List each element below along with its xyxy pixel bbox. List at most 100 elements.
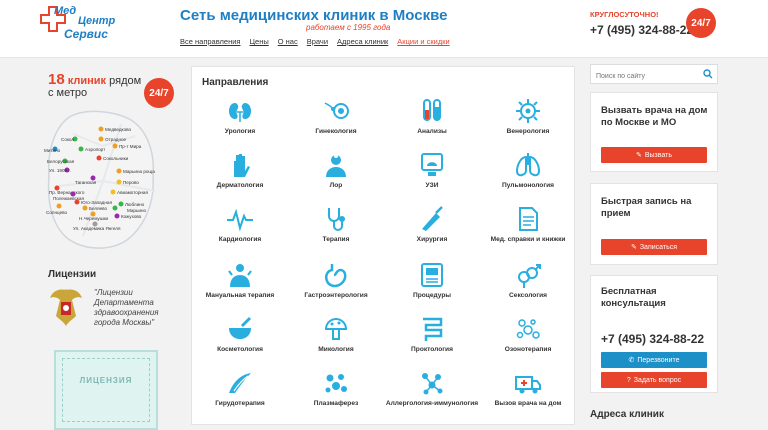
heartbeat-icon [227,208,253,232]
direction-item[interactable]: Гирудотерапия [192,369,288,421]
direction-item[interactable]: Мануальная терапия [192,261,288,313]
direction-item[interactable]: Венерология [480,97,576,149]
ask-question-button[interactable]: ? Задать вопрос [601,372,707,388]
map-station: Марьина роща [123,169,155,174]
map-station: Белорусская [47,159,75,164]
nav-about[interactable]: О нас [278,37,298,46]
direction-label: Мануальная терапия [205,292,275,299]
nav-promotions[interactable]: Акции и скидки [397,37,449,46]
direction-label: Лор [329,182,343,189]
call-doctor-button[interactable]: ✎ Вызвать [601,147,707,163]
fungus-icon [324,317,348,340]
bubbles-icon [516,319,540,339]
logo[interactable]: Мед Центр Сервис [38,4,118,46]
header-phone[interactable]: +7 (495) 324-88-22 [590,23,693,37]
direction-item[interactable]: Пульмонология [480,151,576,203]
map-station: Митино [44,148,61,153]
direction-label: Терапия [322,236,350,243]
direction-label: Плазмаферез [313,400,359,407]
addresses-title: Адреса клиник [590,409,664,420]
direction-item[interactable]: Вызов врача на дом [480,369,576,421]
direction-item[interactable]: Дерматология [192,151,288,203]
map-station: Таганская [75,180,97,185]
direction-item[interactable]: Гинекология [288,97,384,149]
direction-item[interactable]: Гастроэнтерология [288,261,384,313]
ultrasound-icon [421,153,443,176]
direction-item[interactable]: Мед. справки и книжки [480,205,576,257]
map-station: Полежаевская [53,196,84,201]
nav-all-directions[interactable]: Все направления [180,37,240,46]
direction-label: Сексология [509,292,547,299]
map-station: Медведково [105,127,132,132]
call-doctor-button-label: Вызвать [644,151,673,159]
direction-label: Вызов врача на дом [494,400,562,407]
direction-item[interactable]: Проктология [384,315,480,367]
header-contact: КРУГЛОСУТОЧНО! +7 (495) 324-88-22 [590,10,693,37]
top-nav: Все направления Цены О нас Врачи Адреса … [180,37,450,46]
clinics-number: 18 [48,71,65,88]
direction-label: Косметология [217,346,263,353]
appointment-button[interactable]: ✎ Записаться [601,239,707,255]
direction-item[interactable]: Терапия [288,205,384,257]
direction-item[interactable]: Лор [288,151,384,203]
callback-button-label: Перезвоните [637,356,680,364]
search-input[interactable] [591,67,701,86]
direction-label: Процедуры [412,292,452,299]
direction-item[interactable]: УЗИ [384,151,480,203]
clinics-rest: рядом [109,75,142,87]
site-title: Сеть медицинских клиник в Москве [180,7,448,24]
direction-label: Урология [224,128,256,135]
leech-icon [229,373,251,393]
coat-of-arms-icon [50,289,82,326]
consult-phone[interactable]: +7 (495) 324-88-22 [601,332,704,346]
direction-item[interactable]: Анализы [384,97,480,149]
logo-line-2: Центр [78,15,116,27]
direction-item[interactable]: Косметология [192,315,288,367]
direction-item[interactable]: Микология [288,315,384,367]
direction-item[interactable]: Озонотерапия [480,315,576,367]
map-station: Ул. Академика Янгеля [73,226,121,231]
map-station: Юго-Западная [81,200,112,205]
direction-item[interactable]: Плазмаферез [288,369,384,421]
license-certificate[interactable]: ЛИЦЕНЗИЯ [54,350,158,430]
direction-label: Аллергология-иммунология [385,400,479,407]
cells-icon [325,374,347,393]
nav-addresses[interactable]: Адреса клиник [337,37,388,46]
certificate-border [62,358,150,422]
metro-map[interactable]: Медведково Сокол Отрадное Митино Аэропор… [43,106,173,256]
direction-label: Микология [318,346,354,353]
phone-icon: ✆ [628,357,635,364]
round-clock-label: КРУГЛОСУТОЧНО! [590,10,659,19]
direction-item[interactable]: Хирургия [384,205,480,257]
pencil-icon: ✎ [630,244,637,251]
map-station: Люблино [125,202,145,207]
direction-item[interactable]: Урология [192,97,288,149]
direction-item[interactable]: Кардиология [192,205,288,257]
search-icon[interactable] [703,69,713,79]
nav-prices[interactable]: Цены [249,37,268,46]
directions-panel: Направления Урология Гинекология Анализы Ве… [191,66,575,425]
hand-icon [234,154,250,177]
test-tubes-icon [423,99,441,121]
direction-item[interactable]: Аллергология-иммунология [384,369,480,421]
direction-label: Дерматология [216,182,264,189]
direction-label: Хирургия [416,236,448,243]
callback-button[interactable]: ✆ Перезвоните [601,352,707,368]
nav-doctors[interactable]: Врачи [307,37,328,46]
map-station: Сокол [61,137,74,142]
map-station: Авиамоторная [117,190,148,195]
direction-item[interactable]: Процедуры [384,261,480,313]
free-consult-title: Бесплатная консультация [601,286,666,309]
map-station: Аэропорт [85,147,106,152]
direction-label: Гирудотерапия [215,400,265,407]
lungs-icon [515,153,541,177]
map-station: Пр. Вернадского [49,190,85,195]
virus-icon [516,99,540,123]
direction-label: Проктология [411,346,453,353]
license-text: "Лицензии Департамента здравоохранения г… [94,288,159,327]
massage-icon [228,264,252,287]
direction-label: Кардиология [218,236,262,243]
direction-item[interactable]: Сексология [480,261,576,313]
call-doctor-box: Вызвать врача на дом по Москве и МО ✎ Вы… [590,92,718,172]
search-box [590,64,718,86]
